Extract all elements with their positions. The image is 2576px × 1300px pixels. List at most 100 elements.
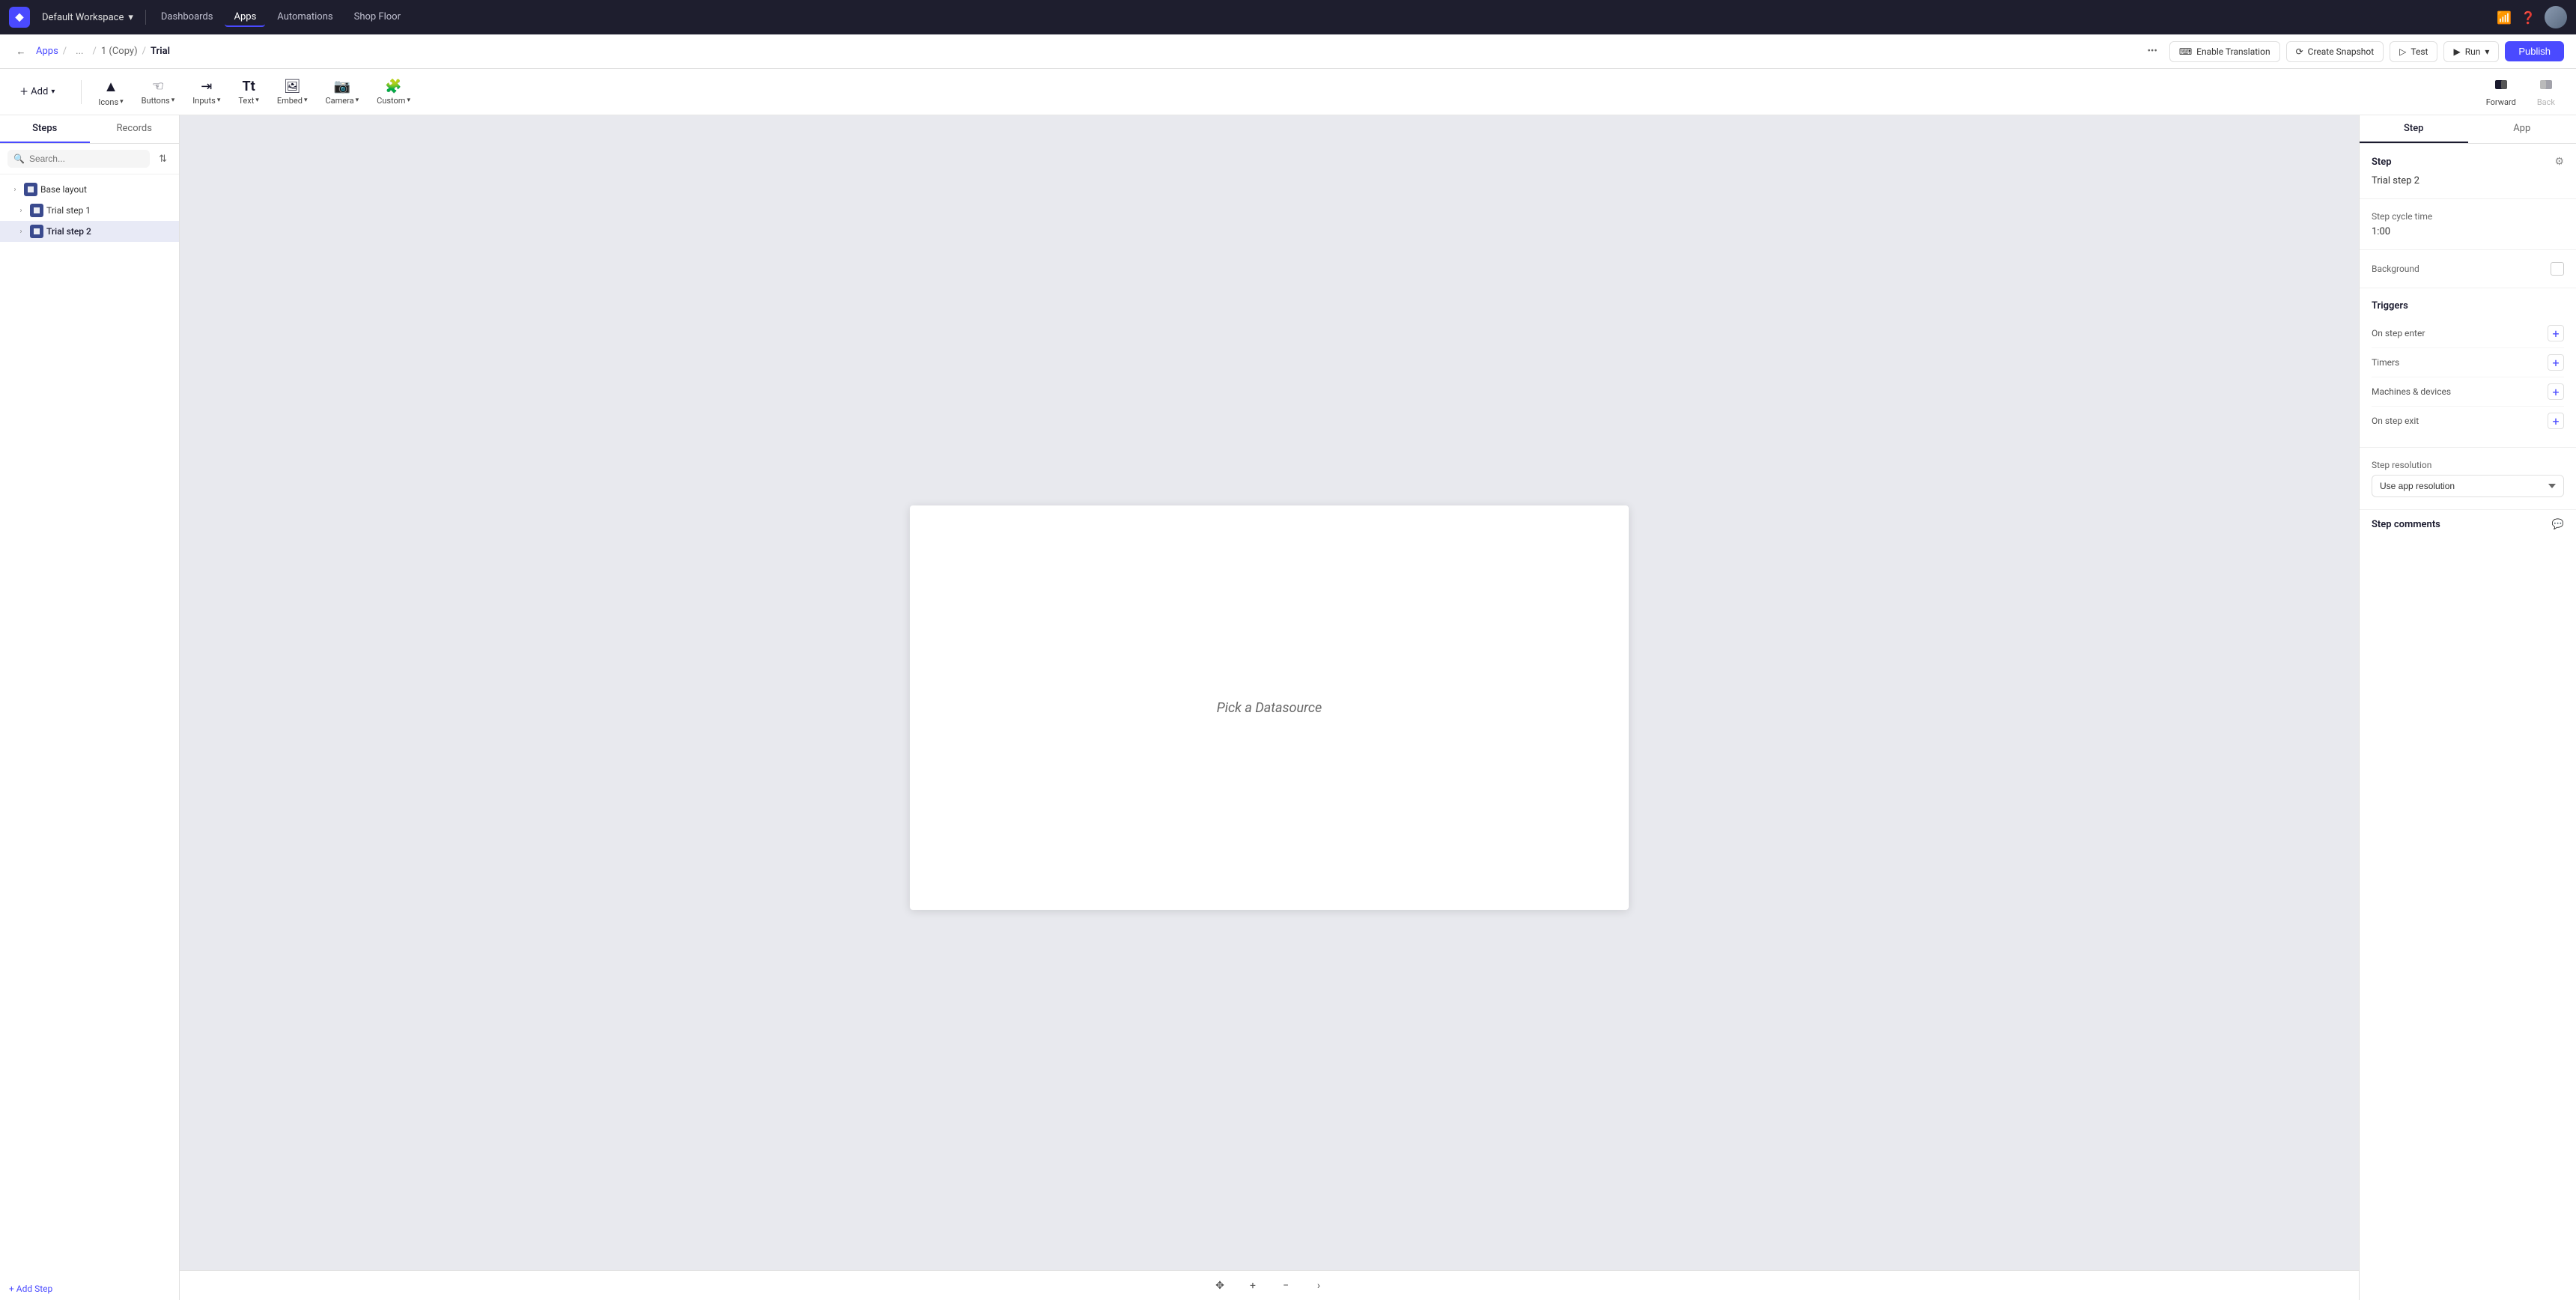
toolbar-embed[interactable]: 🖼 Embed ▾ — [270, 76, 315, 109]
breadcrumb: Apps / ... / 1 (Copy) / Trial — [36, 44, 170, 58]
more-options-button[interactable]: ••• — [2142, 43, 2163, 60]
canvas-bottom-bar: ✥ + − › — [180, 1270, 2359, 1300]
add-chevron-icon: ▾ — [51, 88, 55, 96]
tree-item-base-layout[interactable]: › Base layout — [0, 179, 179, 200]
top-navigation: ◆ Default Workspace ▾ Dashboards Apps Au… — [0, 0, 2576, 34]
background-checkbox[interactable] — [2551, 262, 2564, 276]
run-icon: ▶ — [2453, 46, 2460, 57]
add-button[interactable]: + Add ▾ — [12, 79, 63, 105]
breadcrumb-actions: ••• ⌨ Enable Translation ⟳ Create Snapsh… — [2142, 41, 2564, 62]
breadcrumb-back-button[interactable]: ← — [12, 43, 30, 61]
breadcrumb-copy[interactable]: 1 (Copy) — [101, 46, 138, 57]
toolbar-camera[interactable]: 📷 Camera ▾ — [318, 76, 366, 109]
help-icon[interactable]: ❓ — [2521, 10, 2536, 25]
trigger-on-step-enter-add[interactable]: + — [2548, 325, 2564, 341]
toolbar: + Add ▾ ▲ Icons ▾ ☜ Buttons ▾ ⇥ Inputs ▾… — [0, 69, 2576, 115]
add-step-button[interactable]: + Add Step — [0, 1278, 179, 1300]
canvas-add-button[interactable]: + — [1242, 1275, 1263, 1296]
logo-mark: ◆ — [16, 11, 24, 23]
chevron-trial-step-2: › — [15, 225, 27, 237]
camera-label: Camera ▾ — [325, 96, 359, 106]
back-button[interactable]: Back — [2528, 74, 2564, 110]
nav-item-apps[interactable]: Apps — [225, 8, 265, 27]
triggers-section: Triggers On step enter + Timers + Machin… — [2360, 288, 2576, 448]
toolbar-text[interactable]: Tt Text ▾ — [231, 76, 266, 109]
text-label: Text ▾ — [238, 96, 258, 106]
create-snapshot-button[interactable]: ⟳ Create Snapshot — [2286, 41, 2384, 62]
canvas-frame[interactable]: Pick a Datasource — [910, 505, 1629, 910]
toolbar-icons[interactable]: ▲ Icons ▾ — [91, 74, 130, 110]
breadcrumb-current: Trial — [151, 46, 170, 57]
trigger-machines-label: Machines & devices — [2372, 386, 2451, 397]
chevron-base-layout: › — [9, 183, 21, 195]
comment-icon[interactable]: 💬 — [2552, 519, 2564, 530]
nav-item-automations[interactable]: Automations — [268, 8, 341, 27]
test-icon: ▷ — [2399, 46, 2406, 57]
tree-label-trial-step-1: Trial step 1 — [46, 205, 91, 216]
canvas-zoom-in-button[interactable]: › — [1308, 1275, 1329, 1296]
tree-item-trial-step-1[interactable]: › Trial step 1 — [0, 200, 179, 221]
right-tab-step[interactable]: Step — [2360, 115, 2468, 143]
main-content: Steps Records 🔍 ⇅ › Base layout › — [0, 115, 2576, 1300]
enable-translation-button[interactable]: ⌨ Enable Translation — [2169, 41, 2280, 62]
camera-icon: 📷 — [334, 79, 350, 94]
toolbar-inputs[interactable]: ⇥ Inputs ▾ — [185, 76, 228, 109]
breadcrumb-sep-2: / — [92, 46, 96, 57]
toolbar-divider — [81, 80, 82, 104]
run-button[interactable]: ▶ Run ▾ — [2443, 41, 2499, 62]
step-name-value: Trial step 2 — [2372, 175, 2564, 186]
trigger-on-step-enter-label: On step enter — [2372, 328, 2425, 338]
back-icon — [2539, 77, 2554, 96]
tab-records[interactable]: Records — [90, 115, 180, 143]
right-tab-app[interactable]: App — [2468, 115, 2576, 143]
search-input-wrap: 🔍 — [7, 150, 150, 168]
breadcrumb-apps[interactable]: Apps — [36, 46, 58, 57]
tree-container: › Base layout › Trial step 1 › — [0, 174, 179, 1278]
left-panel: Steps Records 🔍 ⇅ › Base layout › — [0, 115, 180, 1300]
avatar[interactable] — [2545, 6, 2567, 28]
step-cycle-time-value: 1:00 — [2372, 226, 2564, 237]
custom-icon: 🧩 — [385, 79, 401, 94]
custom-label: Custom ▾ — [377, 96, 410, 106]
trigger-on-step-exit-add[interactable]: + — [2548, 413, 2564, 429]
trigger-timers-add[interactable]: + — [2548, 354, 2564, 371]
step-cycle-time-label: Step cycle time — [2372, 211, 2564, 222]
trigger-on-step-exit-label: On step exit — [2372, 416, 2419, 426]
toolbar-buttons[interactable]: ☜ Buttons ▾ — [134, 76, 183, 109]
signal-icon: 📶 — [2497, 10, 2512, 25]
triggers-title: Triggers — [2372, 300, 2408, 312]
step-resolution-select[interactable]: Use app resolution Custom — [2372, 475, 2564, 497]
tree-item-trial-step-2[interactable]: › Trial step 2 — [0, 221, 179, 242]
tree-icon-base-layout — [24, 183, 37, 196]
search-row: 🔍 ⇅ — [0, 144, 179, 174]
enable-translation-label: Enable Translation — [2196, 46, 2270, 57]
toolbar-custom[interactable]: 🧩 Custom ▾ — [369, 76, 418, 109]
back-label: Back — [2537, 97, 2555, 107]
settings-icon[interactable]: ⚙ — [2554, 156, 2564, 168]
sort-button[interactable]: ⇅ — [154, 151, 171, 168]
inputs-icon: ⇥ — [201, 79, 212, 94]
workspace-selector[interactable]: Default Workspace ▾ — [36, 9, 139, 26]
chevron-trial-step-1: › — [15, 204, 27, 216]
nav-item-dashboards[interactable]: Dashboards — [152, 8, 222, 27]
breadcrumb-sep-3: / — [142, 46, 146, 57]
search-input[interactable] — [29, 154, 144, 164]
nav-item-shopfloor[interactable]: Shop Floor — [345, 8, 410, 27]
inputs-label: Inputs ▾ — [192, 96, 220, 106]
canvas-move-button[interactable]: ✥ — [1209, 1275, 1230, 1296]
breadcrumb-more-button[interactable]: ... — [71, 44, 88, 58]
right-panel: Step App Step ⚙ Trial step 2 Step cycle … — [2359, 115, 2576, 1300]
workspace-name: Default Workspace — [42, 12, 124, 23]
text-icon: Tt — [242, 79, 255, 94]
forward-button[interactable]: Forward — [2477, 74, 2525, 110]
snapshot-icon: ⟳ — [2296, 46, 2303, 57]
step-cycle-time-section: Step cycle time 1:00 — [2360, 199, 2576, 250]
add-label: Add — [31, 86, 48, 97]
publish-button[interactable]: Publish — [2505, 41, 2564, 61]
test-button[interactable]: ▷ Test — [2390, 41, 2437, 62]
translate-icon: ⌨ — [2179, 46, 2192, 57]
tab-steps[interactable]: Steps — [0, 115, 90, 143]
trigger-machines-add[interactable]: + — [2548, 383, 2564, 400]
step-resolution-section: Step resolution Use app resolution Custo… — [2360, 448, 2576, 510]
canvas-zoom-out-button[interactable]: − — [1275, 1275, 1296, 1296]
